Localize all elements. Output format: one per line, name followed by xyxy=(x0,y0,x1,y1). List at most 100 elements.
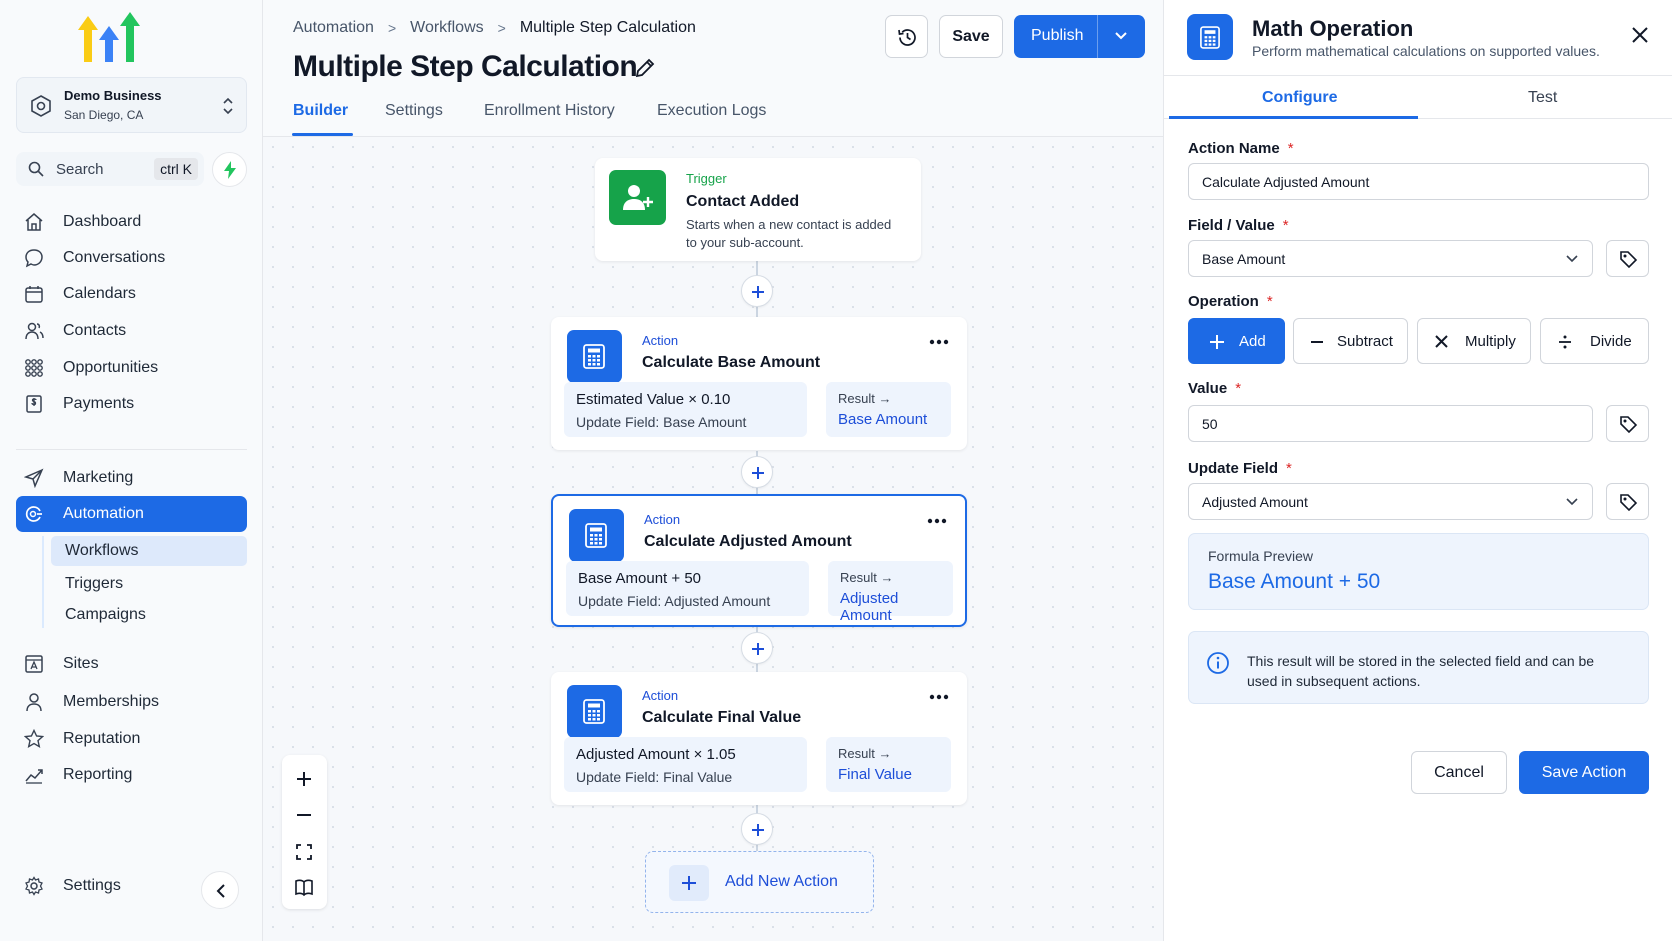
info-text: This result will be stored in the select… xyxy=(1247,653,1595,689)
field-label-text: Update Field xyxy=(1188,460,1279,477)
action-card[interactable]: Action Calculate Base Amount Estimated V… xyxy=(551,317,967,450)
add-new-action-button[interactable]: Add New Action xyxy=(645,851,874,913)
value-tag-button[interactable] xyxy=(1606,405,1649,442)
more-icon[interactable] xyxy=(929,339,949,345)
action-kind: Action xyxy=(642,688,679,703)
trigger-card[interactable]: Trigger Contact Added Starts when a new … xyxy=(595,158,921,261)
business-location: San Diego, CA xyxy=(64,108,144,122)
operation-subtract-button[interactable]: Subtract xyxy=(1293,318,1408,364)
cancel-button[interactable]: Cancel xyxy=(1411,751,1507,794)
business-name: Demo Business xyxy=(64,88,162,103)
field-value-tag-button[interactable] xyxy=(1606,240,1649,277)
zoom-in-icon[interactable] xyxy=(294,769,314,789)
sidebar-item-marketing[interactable]: Marketing xyxy=(16,460,247,496)
operation-option-label: Subtract xyxy=(1337,333,1393,350)
pencil-icon[interactable] xyxy=(633,56,657,80)
home-icon xyxy=(24,212,44,232)
action-name-value: Calculate Adjusted Amount xyxy=(1202,174,1370,190)
update-field-tag-button[interactable] xyxy=(1606,483,1649,520)
tab-enrollment-history[interactable]: Enrollment History xyxy=(484,102,615,120)
panel-icon-box xyxy=(1187,14,1233,60)
action-icon-box xyxy=(569,509,624,562)
chart-icon xyxy=(24,765,44,785)
more-icon[interactable] xyxy=(927,518,947,524)
add-step-button[interactable] xyxy=(741,275,773,307)
action-update-field: Update Field: Adjusted Amount xyxy=(578,593,771,609)
fit-screen-icon[interactable] xyxy=(294,842,314,862)
action-title: Calculate Adjusted Amount xyxy=(644,533,852,550)
sidebar-subitem-label: Campaigns xyxy=(65,606,146,623)
sidebar-item-calendars[interactable]: Calendars xyxy=(16,276,247,312)
tab-builder[interactable]: Builder xyxy=(293,102,348,120)
value-input[interactable]: 50 xyxy=(1188,405,1593,442)
breadcrumb-current: Multiple Step Calculation xyxy=(519,19,696,36)
action-formula-box: Adjusted Amount × 1.05 Update Field: Fin… xyxy=(564,737,807,792)
close-icon[interactable] xyxy=(1630,25,1650,45)
version-history-button[interactable] xyxy=(885,15,928,58)
save-button[interactable]: Save xyxy=(939,15,1003,58)
publish-label: Publish xyxy=(1031,27,1084,44)
update-field-select[interactable]: Adjusted Amount xyxy=(1188,483,1593,520)
chevron-right-icon: > xyxy=(497,20,506,36)
add-step-button[interactable] xyxy=(741,632,773,664)
sidebar-item-contacts[interactable]: Contacts xyxy=(16,313,247,349)
sidebar-item-automation[interactable]: Automation xyxy=(16,496,247,532)
breadcrumb-workflows[interactable]: Workflows xyxy=(410,19,484,37)
tab-test[interactable]: Test xyxy=(1528,89,1557,107)
action-card-selected[interactable]: Action Calculate Adjusted Amount Base Am… xyxy=(551,494,967,627)
sidebar-item-payments[interactable]: Payments xyxy=(16,386,247,422)
book-icon[interactable] xyxy=(294,877,314,897)
plus-icon xyxy=(682,876,696,890)
chevron-down-icon[interactable] xyxy=(1114,31,1128,41)
search-input[interactable]: Search ctrl K xyxy=(16,152,204,186)
send-icon xyxy=(23,468,44,489)
trigger-kind: Trigger xyxy=(686,171,727,186)
operation-multiply-button[interactable]: Multiply xyxy=(1417,318,1531,364)
add-step-button[interactable] xyxy=(741,813,773,845)
sidebar-subitem-triggers[interactable]: Triggers xyxy=(51,569,247,599)
action-card[interactable]: Action Calculate Final Value Adjusted Am… xyxy=(551,672,967,805)
add-new-action-plus xyxy=(669,865,709,901)
operation-divide-button[interactable]: Divide xyxy=(1540,318,1649,364)
sidebar-item-reputation[interactable]: Reputation xyxy=(16,721,247,757)
sidebar-subitem-workflows[interactable]: Workflows xyxy=(51,536,247,566)
sidebar-item-dashboard[interactable]: Dashboard xyxy=(16,204,247,240)
sidebar-item-reporting[interactable]: Reporting xyxy=(16,757,247,793)
sidebar-item-conversations[interactable]: Conversations xyxy=(16,240,247,276)
calculator-icon xyxy=(585,523,607,548)
sidebar-item-opportunities[interactable]: Opportunities xyxy=(16,350,247,386)
add-step-button[interactable] xyxy=(741,456,773,488)
sidebar-item-sites[interactable]: Sites xyxy=(16,646,247,682)
business-switcher[interactable]: Demo Business San Diego, CA xyxy=(16,77,247,133)
sidebar-subitem-campaigns[interactable]: Campaigns xyxy=(51,600,247,630)
sidebar-item-label: Sites xyxy=(63,655,99,672)
tag-icon xyxy=(1620,416,1638,434)
tab-execution-logs[interactable]: Execution Logs xyxy=(657,102,766,120)
required-marker: * xyxy=(1266,293,1273,310)
zoom-out-icon[interactable] xyxy=(294,805,314,825)
canvas-zoom-controls xyxy=(282,755,327,909)
collapse-sidebar-button[interactable] xyxy=(201,871,239,909)
breadcrumb-automation[interactable]: Automation xyxy=(293,19,374,37)
value-input-value: 50 xyxy=(1202,416,1218,432)
result-label: Result → xyxy=(838,746,892,761)
breadcrumb: Automation > Workflows > Multiple Step C… xyxy=(293,19,696,37)
chevron-down-icon xyxy=(1566,498,1578,506)
multiply-icon xyxy=(1435,335,1448,348)
tab-settings[interactable]: Settings xyxy=(385,102,443,120)
search-icon xyxy=(28,161,44,177)
quick-actions-button[interactable] xyxy=(212,152,247,187)
publish-button[interactable]: Publish xyxy=(1014,15,1145,58)
sidebar-item-memberships[interactable]: Memberships xyxy=(16,684,247,720)
trigger-icon-box xyxy=(609,170,666,225)
field-value-select[interactable]: Base Amount xyxy=(1188,240,1593,277)
tab-configure[interactable]: Configure xyxy=(1262,89,1338,107)
operation-add-button[interactable]: Add xyxy=(1188,318,1285,364)
automation-icon xyxy=(24,504,44,524)
more-icon[interactable] xyxy=(929,694,949,700)
sidebar-divider xyxy=(16,449,247,450)
sidebar-item-label: Opportunities xyxy=(63,359,159,376)
save-action-button[interactable]: Save Action xyxy=(1519,751,1649,794)
tag-icon xyxy=(1620,251,1638,269)
action-name-input[interactable]: Calculate Adjusted Amount xyxy=(1188,163,1649,200)
